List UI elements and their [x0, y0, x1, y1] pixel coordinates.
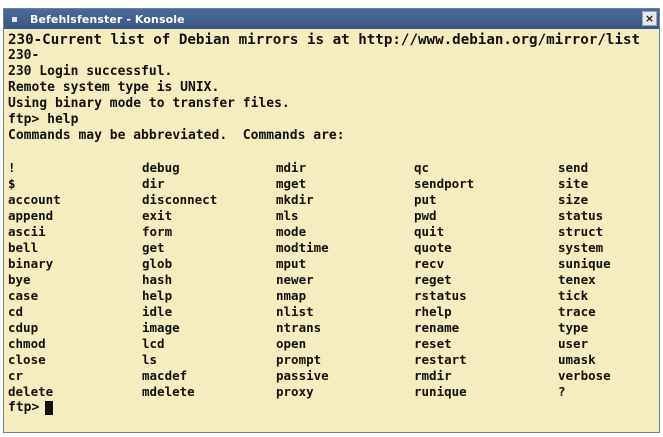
command-name: bell — [8, 240, 39, 255]
command-name: prompt — [276, 352, 322, 367]
command-name: macdef — [142, 368, 188, 383]
command-name: newer — [276, 272, 314, 287]
command-name: mkdir — [276, 192, 314, 207]
command-name: open — [276, 336, 307, 351]
text-cursor — [45, 401, 54, 415]
command-name: tick — [558, 288, 589, 303]
command-name: system — [558, 240, 604, 255]
command-name: ? — [558, 384, 566, 399]
command-name: ntrans — [276, 320, 322, 335]
command-name: mdir — [276, 160, 307, 175]
command-name: close — [8, 352, 46, 367]
command-name: glob — [142, 256, 173, 271]
command-name: qc — [414, 160, 430, 175]
command-name: bye — [8, 272, 31, 287]
command-name: passive — [276, 368, 329, 383]
command-name: binary — [8, 256, 54, 271]
command-name: reget — [414, 272, 452, 287]
command-name: ascii — [8, 224, 46, 239]
command-name: cdup — [8, 320, 39, 335]
command-name: case — [8, 288, 39, 303]
command-name: get — [142, 240, 165, 255]
terminal-line: 230-Current list of Debian mirrors is at… — [8, 32, 641, 48]
command-name: rename — [414, 320, 460, 335]
close-button[interactable]: × — [642, 11, 657, 26]
command-name: lcd — [142, 336, 165, 351]
command-name: tenex — [558, 272, 596, 287]
terminal-line: Remote system type is UNIX. — [8, 80, 220, 95]
command-name: help — [142, 288, 173, 303]
command-name: disconnect — [142, 192, 218, 207]
command-name: account — [8, 192, 61, 207]
command-name: ls — [142, 352, 158, 367]
command-name: send — [558, 160, 589, 175]
command-name: umask — [558, 352, 596, 367]
command-name: $ — [8, 176, 16, 191]
command-name: quit — [414, 224, 445, 239]
command-list: ! debug mdir qc send $ dir mget sendport site acco… — [8, 160, 655, 400]
command-name: debug — [142, 160, 180, 175]
command-name: sendport — [414, 176, 475, 191]
terminal-lines: 230-Current list of Debian mirrors is at… — [8, 32, 655, 160]
command-name: exit — [142, 208, 173, 223]
terminal-output[interactable]: 230-Current list of Debian mirrors is at… — [4, 30, 659, 432]
terminal-line: ftp> help — [8, 112, 79, 127]
command-name: hash — [142, 272, 173, 287]
command-name: delete — [8, 384, 54, 399]
command-name: ! — [8, 160, 16, 175]
command-name: pwd — [414, 208, 437, 223]
command-name: idle — [142, 304, 173, 319]
command-name: nmap — [276, 288, 307, 303]
command-name: rmdir — [414, 368, 452, 383]
command-name: mget — [276, 176, 307, 191]
command-name: rstatus — [414, 288, 467, 303]
command-name: mode — [276, 224, 307, 239]
command-name: runique — [414, 384, 467, 399]
window-title: Befehlsfenster - Konsole — [30, 12, 185, 26]
command-name: site — [558, 176, 589, 191]
command-name: cd — [8, 304, 24, 319]
command-name: cr — [8, 368, 24, 383]
command-name: trace — [558, 304, 596, 319]
command-name: append — [8, 208, 54, 223]
command-name: verbose — [558, 368, 611, 383]
command-name: reset — [414, 336, 452, 351]
command-name: struct — [558, 224, 604, 239]
command-name: chmod — [8, 336, 46, 351]
terminal-line: 230- — [8, 48, 40, 63]
command-name: user — [558, 336, 589, 351]
command-name: type — [558, 320, 589, 335]
command-name: quote — [414, 240, 452, 255]
window-menu-icon[interactable] — [4, 9, 24, 29]
terminal-line: Using binary mode to transfer files. — [8, 96, 290, 111]
command-name: status — [558, 208, 604, 223]
command-name: mput — [276, 256, 307, 271]
title-bar[interactable]: Befehlsfenster - Konsole × — [4, 9, 659, 29]
command-name: put — [414, 192, 437, 207]
terminal-line: 230 Login successful. — [8, 64, 173, 79]
command-name: image — [142, 320, 180, 335]
ftp-prompt: ftp> — [8, 400, 40, 415]
command-name: rhelp — [414, 304, 452, 319]
command-name: modtime — [276, 240, 329, 255]
command-name: restart — [414, 352, 467, 367]
command-name: proxy — [276, 384, 314, 399]
konsole-window: Befehlsfenster - Konsole × 230-Current l… — [3, 8, 660, 433]
command-name: mls — [276, 208, 299, 223]
command-name: form — [142, 224, 173, 239]
command-name: recv — [414, 256, 445, 271]
terminal-prompt-line[interactable]: ftp> — [8, 400, 655, 416]
command-name: dir — [142, 176, 165, 191]
command-name: nlist — [276, 304, 314, 319]
command-name: size — [558, 192, 589, 207]
command-name: mdelete — [142, 384, 195, 399]
terminal-line: Commands may be abbreviated. Commands ar… — [8, 128, 345, 143]
command-name: sunique — [558, 256, 611, 271]
